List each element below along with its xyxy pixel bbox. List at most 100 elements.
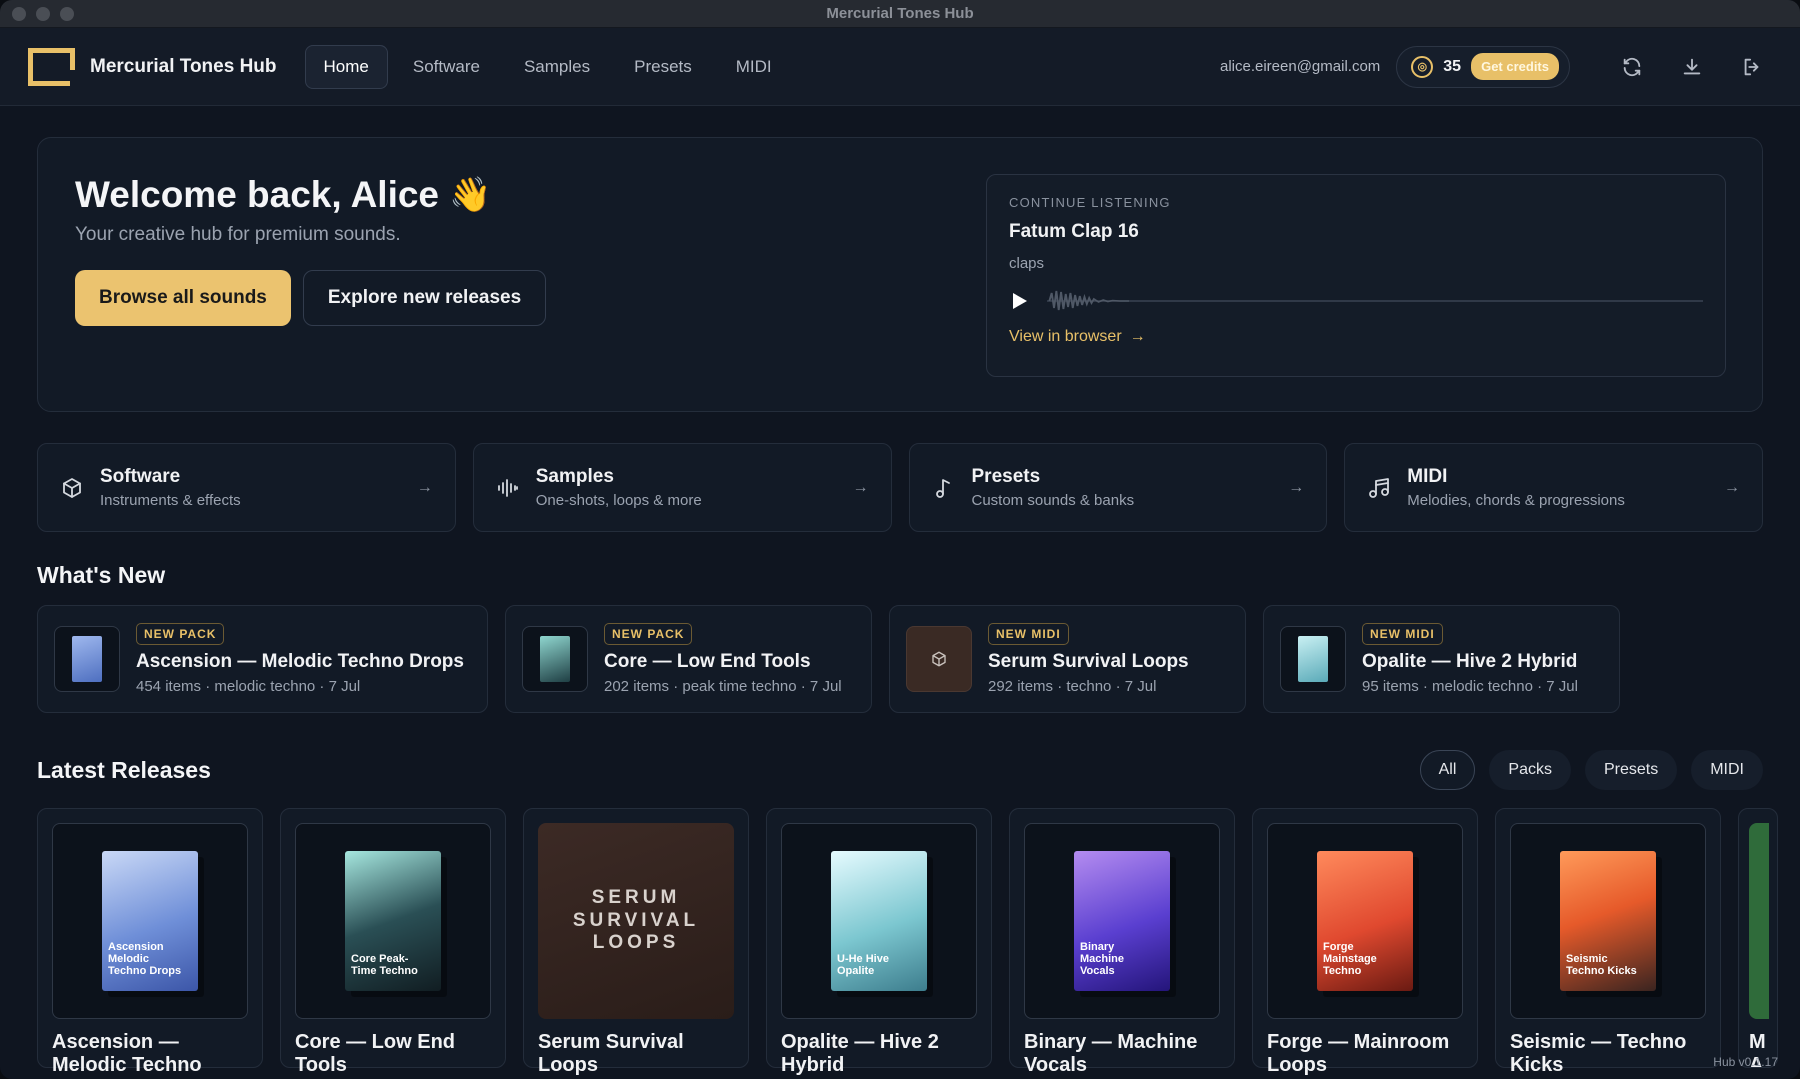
item-title: Core — Low End Tools	[604, 651, 811, 672]
item-meta: 202 items · peak time techno · 7 Jul	[604, 678, 842, 695]
waving-hand-icon: 👋	[449, 176, 492, 214]
release-card[interactable]: Seismic Techno Kicks Seismic — Techno Ki…	[1495, 808, 1721, 1076]
nav-home[interactable]: Home	[304, 44, 388, 89]
pack-thumbnail	[1280, 626, 1346, 692]
audio-player	[1009, 286, 1703, 316]
category-subtitle: Instruments & effects	[100, 492, 241, 509]
get-credits-button[interactable]: Get credits	[1471, 53, 1559, 80]
release-card[interactable]: M A	[1738, 808, 1778, 1068]
release-title: Forge — Mainroom Loops	[1267, 1031, 1450, 1076]
release-artwork: Core Peak-Time Techno	[295, 823, 491, 1019]
filter-presets[interactable]: Presets	[1584, 750, 1678, 790]
latest-releases-list: Ascension Melodic Techno Drops Ascension…	[37, 808, 1778, 1076]
app-version: Hub v0.1.17	[1713, 1055, 1778, 1069]
continue-listening-label: CONTINUE LISTENING	[1009, 195, 1171, 210]
minimize-window-button[interactable]	[36, 7, 50, 21]
waveform-icon	[496, 476, 520, 500]
cube-icon	[906, 626, 972, 692]
nav-software[interactable]: Software	[394, 45, 499, 89]
nav-presets[interactable]: Presets	[615, 45, 711, 89]
whats-new-item[interactable]: NEW PACK Core — Low End Tools 202 items …	[505, 605, 872, 713]
refresh-icon[interactable]	[1612, 47, 1652, 87]
release-card[interactable]: U-He Hive Opalite Opalite — Hive 2 Hybri…	[766, 808, 992, 1076]
track-category: claps	[1009, 255, 1045, 272]
browse-all-sounds-button[interactable]: Browse all sounds	[75, 270, 291, 326]
filter-midi[interactable]: MIDI	[1691, 750, 1763, 790]
window-title: Mercurial Tones Hub	[826, 5, 974, 22]
new-badge: NEW PACK	[604, 623, 693, 645]
welcome-title: Welcome back, Alice 👋	[75, 174, 546, 216]
box-label: U-He Hive Opalite	[837, 952, 889, 977]
release-card[interactable]: Binary Machine Vocals Binary — Machine V…	[1009, 808, 1235, 1076]
main-content: Welcome back, Alice 👋 Your creative hub …	[0, 137, 1800, 1076]
welcome-text: Welcome back, Alice	[75, 174, 440, 215]
category-title: Software	[100, 466, 181, 487]
release-filters: All Packs Presets MIDI	[1419, 750, 1763, 790]
pack-thumbnail	[54, 626, 120, 692]
app-window: Mercurial Tones Hub Mercurial Tones Hub …	[0, 0, 1800, 1079]
release-artwork: Forge Mainstage Techno	[1267, 823, 1463, 1019]
filter-packs[interactable]: Packs	[1489, 750, 1571, 790]
filter-all[interactable]: All	[1419, 750, 1476, 790]
welcome-subtitle: Your creative hub for premium sounds.	[75, 224, 401, 245]
new-badge: NEW MIDI	[988, 623, 1069, 645]
continue-listening-card: CONTINUE LISTENING Fatum Clap 16 claps V…	[986, 174, 1726, 377]
nav-midi[interactable]: MIDI	[717, 45, 791, 89]
release-title: Opalite — Hive 2 Hybrid	[781, 1031, 939, 1076]
arrow-right-icon: →	[1288, 478, 1305, 496]
explore-new-releases-button[interactable]: Explore new releases	[302, 270, 547, 326]
category-title: MIDI	[1407, 466, 1448, 487]
box-label: Binary Machine Vocals	[1080, 940, 1125, 977]
category-title: Presets	[971, 466, 1041, 487]
download-icon[interactable]	[1672, 47, 1712, 87]
whats-new-title: What's New	[37, 562, 166, 588]
item-meta: 95 items · melodic techno · 7 Jul	[1362, 678, 1578, 695]
view-in-browser-link[interactable]: View in browser →	[1009, 328, 1146, 346]
release-artwork: Seismic Techno Kicks	[1510, 823, 1706, 1019]
whats-new-item[interactable]: NEW MIDI Serum Survival Loops 292 items …	[889, 605, 1246, 713]
box-label: Forge Mainstage Techno	[1323, 940, 1377, 977]
whats-new-item[interactable]: NEW MIDI Opalite — Hive 2 Hybrid 95 item…	[1263, 605, 1620, 713]
arrow-right-icon: →	[852, 478, 869, 496]
category-presets[interactable]: Presets Custom sounds & banks →	[908, 443, 1328, 532]
new-badge: NEW MIDI	[1362, 623, 1443, 645]
waveform-scrubber[interactable]	[1047, 286, 1703, 316]
nav-samples[interactable]: Samples	[505, 45, 609, 89]
release-artwork: Ascension Melodic Techno Drops	[52, 823, 248, 1019]
item-title: Serum Survival Loops	[988, 651, 1189, 672]
category-midi[interactable]: MIDI Melodies, chords & progressions →	[1344, 443, 1763, 532]
brand-name: Mercurial Tones Hub	[90, 55, 277, 77]
arrow-right-icon: →	[1724, 478, 1740, 496]
logout-icon[interactable]	[1732, 47, 1772, 87]
close-window-button[interactable]	[12, 7, 26, 21]
category-subtitle: Melodies, chords & progressions	[1407, 492, 1625, 509]
category-software[interactable]: Software Instruments & effects →	[37, 443, 456, 532]
credits-pill: ◎ 35 Get credits	[1396, 45, 1570, 88]
release-card[interactable]: SERUM SURVIVAL LOOPS Serum Survival Loop…	[523, 808, 749, 1076]
view-in-browser-label: View in browser	[1009, 328, 1122, 345]
coin-icon: ◎	[1411, 55, 1434, 78]
category-samples[interactable]: Samples One-shots, loops & more →	[472, 443, 892, 532]
titlebar: Mercurial Tones Hub	[0, 0, 1800, 28]
release-title: Ascension — Melodic Techno	[52, 1031, 202, 1076]
main-nav: Home Software Samples Presets MIDI	[304, 44, 791, 89]
whats-new-item[interactable]: NEW PACK Ascension — Melodic Techno Drop…	[37, 605, 488, 713]
music-notes-icon	[1367, 476, 1391, 500]
release-title: Serum Survival Loops	[538, 1031, 684, 1076]
release-card[interactable]: Ascension Melodic Techno Drops Ascension…	[37, 808, 263, 1076]
item-meta: 454 items · melodic techno · 7 Jul	[136, 678, 361, 695]
play-icon[interactable]	[1009, 290, 1031, 312]
latest-releases-header: Latest Releases All Packs Presets MIDI	[37, 750, 1763, 790]
release-card[interactable]: Core Peak-Time Techno Core — Low End Too…	[280, 808, 506, 1076]
release-card[interactable]: Forge Mainstage Techno Forge — Mainroom …	[1252, 808, 1478, 1076]
maximize-window-button[interactable]	[60, 7, 74, 21]
box-label: Ascension Melodic Techno Drops	[108, 940, 182, 977]
category-subtitle: Custom sounds & banks	[971, 492, 1135, 509]
credit-count: 35	[1443, 57, 1462, 75]
box-label: Core Peak-Time Techno	[351, 952, 418, 977]
release-title: Core — Low End Tools	[295, 1031, 455, 1076]
category-row: Software Instruments & effects → Samples…	[37, 443, 1763, 532]
music-note-icon	[932, 476, 956, 500]
item-meta: 292 items · techno · 7 Jul	[988, 678, 1157, 695]
arrow-right-icon: →	[1129, 328, 1146, 345]
